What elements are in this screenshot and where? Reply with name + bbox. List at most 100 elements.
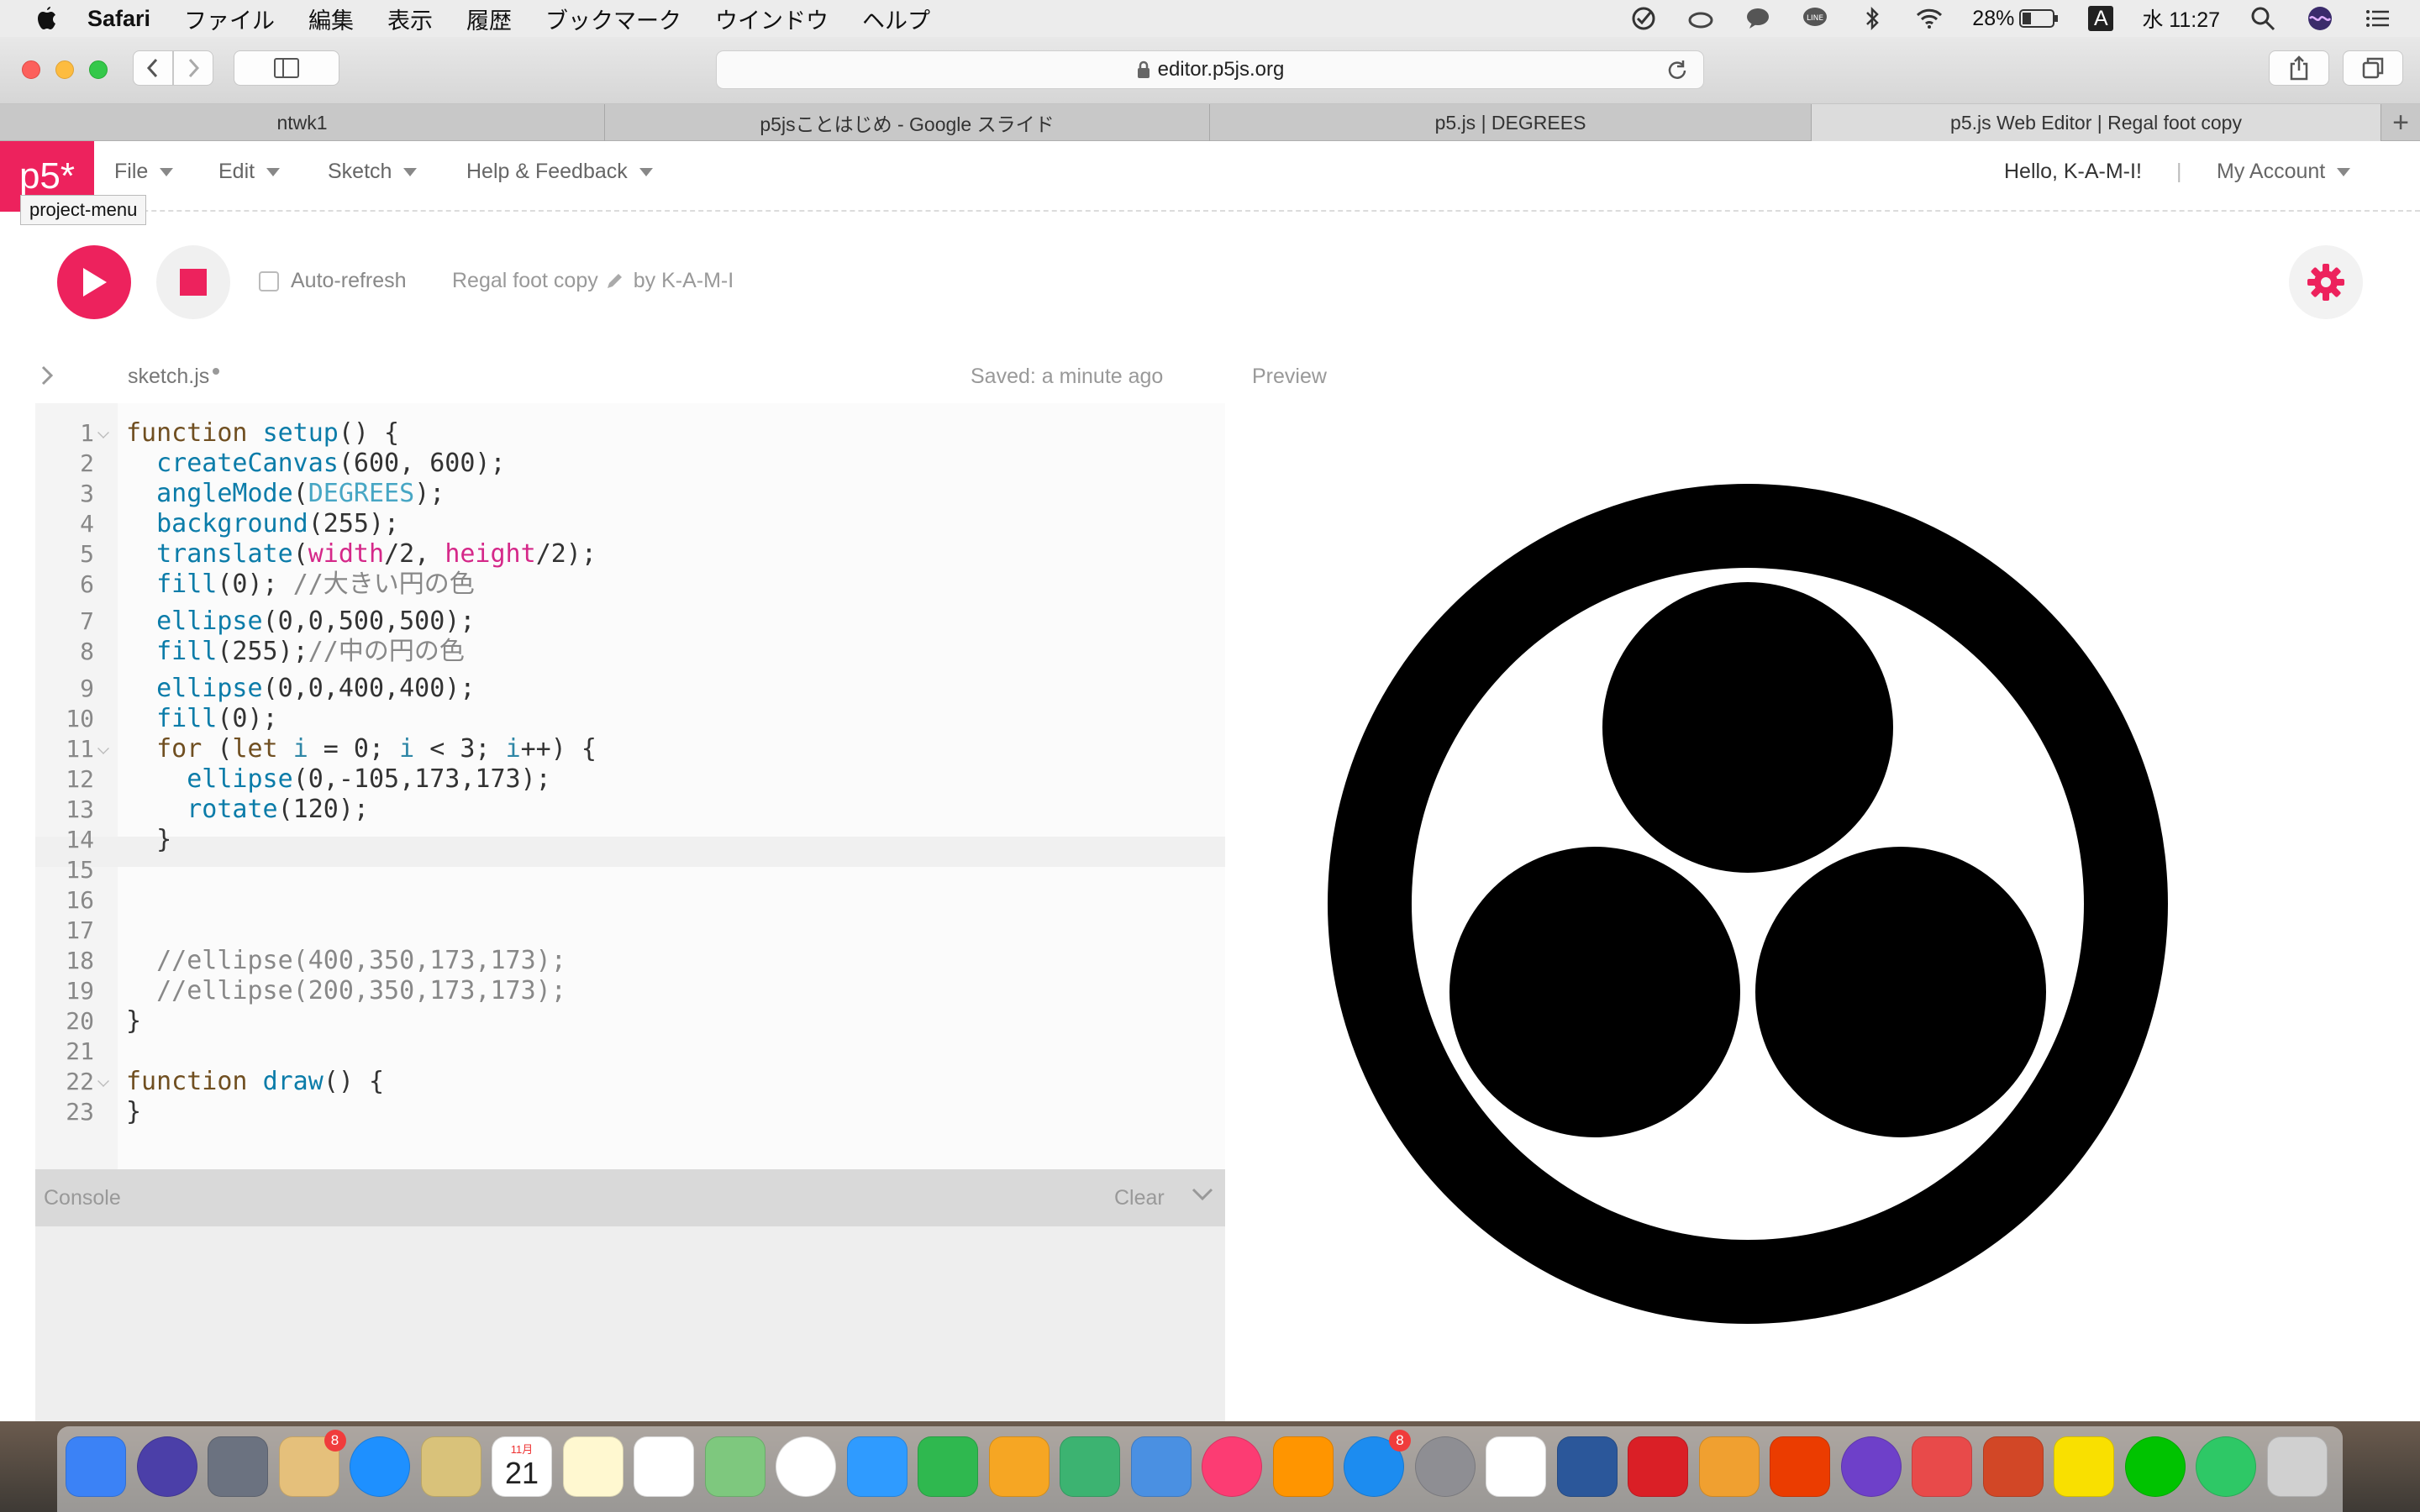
menu-history[interactable]: 履歴 <box>466 3 512 35</box>
word-icon[interactable] <box>1556 1436 1618 1497</box>
new-tab-button[interactable]: + <box>2381 104 2420 141</box>
reminders-icon[interactable] <box>634 1436 694 1497</box>
notification-center-icon[interactable] <box>2363 4 2391 33</box>
system-preferences-icon[interactable] <box>1414 1436 1476 1497</box>
my-account-menu[interactable]: My Account <box>2217 160 2351 184</box>
sidebar-expand-chevron-icon[interactable] <box>37 363 57 388</box>
nav-help-menu[interactable]: Help & Feedback <box>466 160 653 184</box>
menu-view[interactable]: 表示 <box>387 3 433 35</box>
creative-cloud-icon[interactable] <box>1628 1436 1688 1497</box>
maps-icon[interactable] <box>704 1436 765 1497</box>
code-line[interactable]: 20} <box>35 1006 1225 1037</box>
tab-google-slides[interactable]: p5jsことはじめ - Google スライド <box>605 104 1210 141</box>
code-line[interactable]: 2 createCanvas(600, 600); <box>35 449 1225 479</box>
console-header[interactable]: Console Clear <box>35 1169 1225 1226</box>
nav-edit-menu[interactable]: Edit <box>218 160 281 184</box>
nav-file-menu[interactable]: File <box>114 160 174 184</box>
code-line[interactable]: 16 <box>35 885 1225 916</box>
messages-icon[interactable] <box>846 1436 908 1497</box>
back-button[interactable] <box>133 50 173 86</box>
finder-icon[interactable] <box>66 1436 126 1497</box>
code-line[interactable]: 19 //ellipse(200,350,173,173); <box>35 976 1225 1006</box>
sketch-canvas[interactable] <box>1244 403 2252 1421</box>
settings-button[interactable] <box>2289 245 2363 319</box>
trash-icon[interactable] <box>2266 1436 2328 1497</box>
siri-icon[interactable] <box>2306 4 2334 33</box>
sidebar-toggle-button[interactable] <box>234 50 339 86</box>
code-line[interactable]: 6 fill(0); //大きい円の色 <box>35 570 1225 600</box>
auto-refresh-checkbox[interactable] <box>259 270 279 291</box>
code-line[interactable]: 14 } <box>35 825 1225 855</box>
bluetooth-icon[interactable] <box>1858 4 1886 33</box>
office-icon[interactable] <box>1770 1436 1830 1497</box>
launchpad-icon[interactable] <box>208 1436 268 1497</box>
file-tab[interactable]: sketch.js <box>128 365 220 389</box>
menu-window[interactable]: ウインドウ <box>715 3 829 35</box>
code-editor[interactable]: 1 function setup() {2 createCanvas(600, 6… <box>35 403 1225 1169</box>
pages-icon[interactable] <box>988 1436 1050 1497</box>
code-line[interactable]: 5 translate(width/2, height/2); <box>35 539 1225 570</box>
wifi-icon[interactable] <box>1915 4 1944 33</box>
code-line[interactable]: 22 function draw() { <box>35 1067 1225 1097</box>
spotlight-search-icon[interactable] <box>2249 4 2277 33</box>
fusion360-icon[interactable] <box>1698 1436 1760 1497</box>
notes-icon[interactable] <box>420 1436 481 1497</box>
menu-file[interactable]: ファイル <box>184 3 275 35</box>
sketch-icon[interactable] <box>1486 1436 1546 1497</box>
code-line[interactable]: 9 ellipse(0,0,400,400); <box>35 674 1225 704</box>
clock[interactable]: 水 11:27 <box>2142 3 2220 34</box>
keynote-icon[interactable] <box>1130 1436 1192 1497</box>
battery-status[interactable]: 28% <box>1972 7 2060 31</box>
pencil-icon[interactable] <box>605 272 623 291</box>
speech-bubble-icon[interactable] <box>1744 4 1772 33</box>
line-icon[interactable] <box>2124 1436 2186 1497</box>
creative-cloud-status-icon[interactable] <box>1686 4 1715 33</box>
share-button[interactable] <box>2269 50 2329 86</box>
zoom-window-button[interactable] <box>89 60 108 79</box>
code-line[interactable]: 11 for (let i = 0; i < 3; i++) { <box>35 734 1225 764</box>
stop-button[interactable] <box>156 245 230 319</box>
code-line[interactable]: 1 function setup() { <box>35 418 1225 449</box>
code-line[interactable]: 23} <box>35 1097 1225 1127</box>
reload-icon[interactable] <box>1666 59 1688 81</box>
code-line[interactable]: 15 <box>35 855 1225 885</box>
show-tabs-button[interactable] <box>2343 50 2403 86</box>
auto-refresh-toggle[interactable]: Auto-refresh <box>259 269 407 293</box>
atom-icon[interactable] <box>2196 1436 2256 1497</box>
code-line[interactable]: 17 <box>35 916 1225 946</box>
siri-icon[interactable] <box>136 1436 197 1497</box>
fold-chevron-icon[interactable] <box>97 1075 109 1087</box>
photos-icon[interactable] <box>776 1436 836 1497</box>
code-line[interactable]: 7 ellipse(0,0,500,500); <box>35 606 1225 637</box>
chevron-down-icon[interactable] <box>1190 1181 1215 1206</box>
ibooks-icon[interactable] <box>1272 1436 1334 1497</box>
tab-ntwk1[interactable]: ntwk1 <box>0 104 605 141</box>
code-line[interactable]: 3 angleMode(DEGREES); <box>35 479 1225 509</box>
notes-pad-icon[interactable] <box>562 1436 623 1497</box>
code-line[interactable]: 4 background(255); <box>35 509 1225 539</box>
input-source-indicator[interactable]: A <box>2088 6 2114 31</box>
menu-edit[interactable]: 編集 <box>308 3 354 35</box>
nav-sketch-menu[interactable]: Sketch <box>328 160 418 184</box>
airmail-icon[interactable] <box>1912 1436 1972 1497</box>
code-line[interactable]: 10 fill(0); <box>35 704 1225 734</box>
fold-chevron-icon[interactable] <box>97 743 109 754</box>
minimize-window-button[interactable] <box>55 60 74 79</box>
safari-icon[interactable] <box>350 1436 410 1497</box>
menu-bookmarks[interactable]: ブックマーク <box>545 3 681 35</box>
play-button[interactable] <box>57 245 131 319</box>
address-bar[interactable]: editor.p5js.org <box>716 50 1704 89</box>
powerpoint-icon[interactable] <box>1982 1436 2044 1497</box>
project-name[interactable]: Regal foot copy by K-A-M-I <box>452 269 734 293</box>
forward-button[interactable] <box>173 50 213 86</box>
line-status-icon[interactable]: LINE <box>1801 4 1829 33</box>
code-line[interactable]: 13 rotate(120); <box>35 795 1225 825</box>
itunes-icon[interactable] <box>1202 1436 1262 1497</box>
console-clear-button[interactable]: Clear <box>1114 1186 1165 1210</box>
checkmark-status-icon[interactable] <box>1629 4 1658 33</box>
tab-p5js-degrees[interactable]: p5.js | DEGREES <box>1210 104 1812 141</box>
apple-icon[interactable] <box>34 5 59 32</box>
fold-chevron-icon[interactable] <box>97 427 109 438</box>
github-icon[interactable] <box>1840 1436 1902 1497</box>
facetime-icon[interactable] <box>918 1436 978 1497</box>
